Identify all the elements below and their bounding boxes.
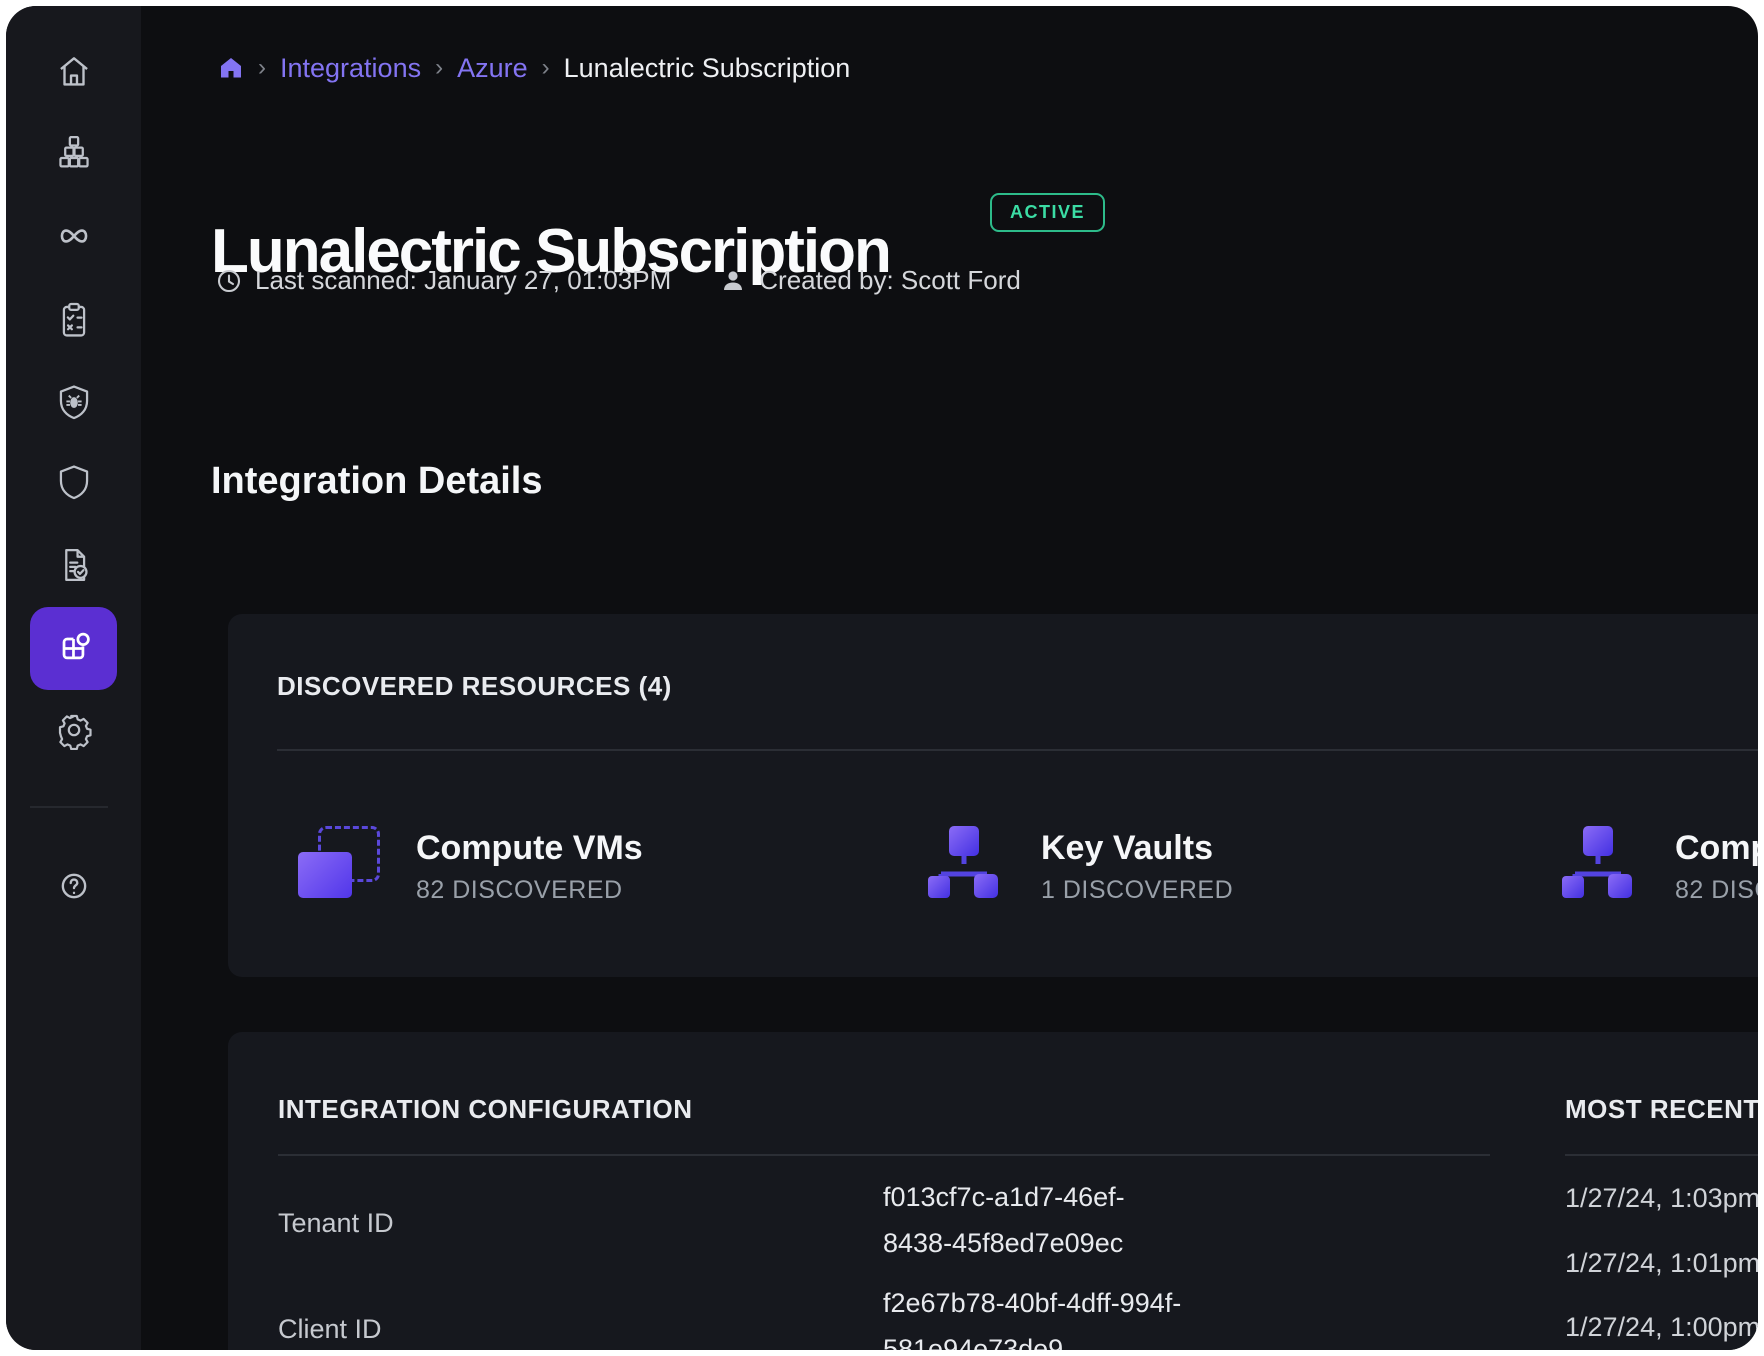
card-divider <box>1565 1154 1758 1156</box>
breadcrumb-current-page: Lunalectric Subscription <box>564 53 851 84</box>
sidebar-divider <box>30 806 108 808</box>
resource-item-key-vaults[interactable]: Key Vaults 1 DISCOVERED <box>923 826 1233 905</box>
section-title: Integration Details <box>211 460 543 503</box>
home-icon[interactable] <box>55 53 93 91</box>
checklist-clipboard-icon[interactable] <box>55 301 93 339</box>
vm-stack-icon <box>298 826 380 898</box>
page-meta: Last scanned: January 27, 01:03PM Create… <box>215 265 1021 296</box>
resource-item-compute-vms[interactable]: Compute VMs 82 DISCOVERED <box>298 826 643 905</box>
sitemap-icon <box>923 826 1005 898</box>
integrations-grid-icon <box>53 628 95 670</box>
settings-gear-icon[interactable] <box>54 710 94 750</box>
status-badge: ACTIVE <box>990 193 1105 232</box>
integration-configuration-card: INTEGRATION CONFIGURATION MOST RECENT Te… <box>228 1032 1758 1350</box>
breadcrumb-separator: › <box>258 54 266 82</box>
breadcrumb-link-integrations[interactable]: Integrations <box>280 53 421 84</box>
sitemap-icon <box>1557 826 1639 898</box>
scan-timestamp: 1/27/24, 1:03pm <box>1565 1175 1758 1221</box>
sidebar <box>6 6 141 1350</box>
resource-count: 82 DISCOVERED <box>1675 876 1758 905</box>
clock-icon <box>215 267 243 295</box>
discovered-resources-heading: DISCOVERED RESOURCES (4) <box>277 671 672 702</box>
breadcrumb: › Integrations › Azure › Lunalectric Sub… <box>218 50 850 86</box>
last-scanned-text: Last scanned: January 27, 01:03PM <box>255 265 671 296</box>
document-check-icon[interactable] <box>55 546 93 584</box>
user-icon <box>719 267 747 295</box>
config-row-label: Tenant ID <box>278 1208 394 1239</box>
resource-count: 1 DISCOVERED <box>1041 876 1233 905</box>
card-divider <box>277 749 1758 751</box>
breadcrumb-home-icon[interactable] <box>218 55 244 81</box>
discovered-resources-card: DISCOVERED RESOURCES (4) Compute VMs 82 … <box>228 614 1758 977</box>
resource-title: Compute VMs <box>1675 828 1758 868</box>
card-divider <box>278 1154 1490 1156</box>
resource-title: Compute VMs <box>416 828 643 868</box>
config-row-label: Client ID <box>278 1314 382 1345</box>
resource-count: 82 DISCOVERED <box>416 876 643 905</box>
config-row-value: f2e67b78-40bf-4dff-994f- 581e94e73de9 <box>883 1280 1181 1350</box>
infinity-icon[interactable] <box>55 217 93 255</box>
scan-timestamp: 1/27/24, 1:01pm <box>1565 1240 1758 1286</box>
scan-timestamp: 1/27/24, 1:00pm <box>1565 1304 1758 1350</box>
breadcrumb-separator: › <box>542 54 550 82</box>
main-content: › Integrations › Azure › Lunalectric Sub… <box>141 6 1758 1350</box>
breadcrumb-link-azure[interactable]: Azure <box>457 53 528 84</box>
most-recent-heading: MOST RECENT <box>1565 1094 1758 1125</box>
created-by-text: Created by: Scott Ford <box>759 265 1021 296</box>
help-icon[interactable] <box>57 869 91 903</box>
blocks-pyramid-icon[interactable] <box>55 133 93 171</box>
shield-bug-icon[interactable] <box>55 383 93 421</box>
config-row-value: f013cf7c-a1d7-46ef- 8438-45f8ed7e09ec <box>883 1174 1125 1266</box>
resource-item-compute-vms-2[interactable]: Compute VMs 82 DISCOVERED <box>1557 826 1758 905</box>
resource-title: Key Vaults <box>1041 828 1233 868</box>
breadcrumb-separator: › <box>435 54 443 82</box>
integration-configuration-heading: INTEGRATION CONFIGURATION <box>278 1094 693 1125</box>
sidebar-item-integrations-active[interactable] <box>30 607 117 690</box>
app-window: › Integrations › Azure › Lunalectric Sub… <box>6 6 1758 1350</box>
shield-icon[interactable] <box>55 463 93 501</box>
